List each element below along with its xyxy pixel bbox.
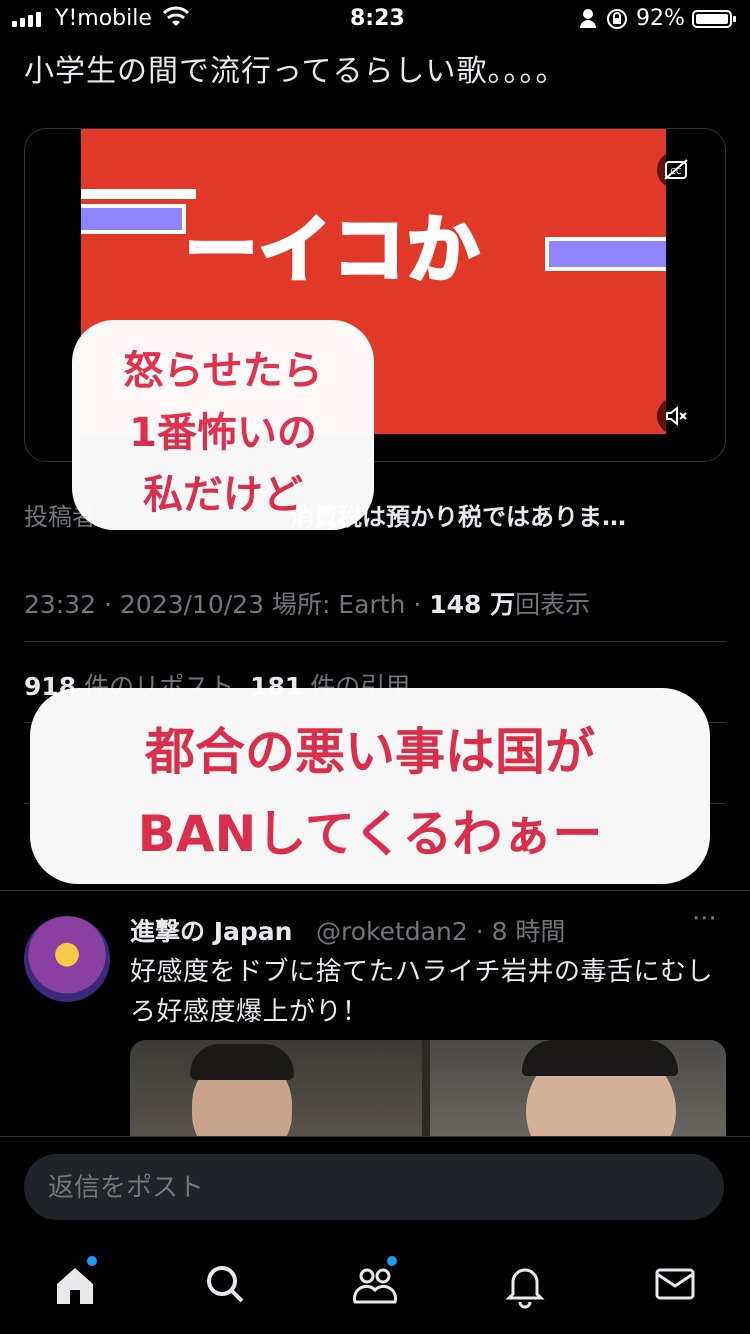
thumbnail-stripe — [81, 204, 186, 234]
speaker-muted-icon — [666, 405, 687, 427]
caption-line: 都合の悪い事は国が — [145, 723, 595, 781]
tweet-text: 小学生の間で流行ってるらしい歌。。。。 — [24, 54, 567, 89]
bottom-nav — [0, 1240, 750, 1334]
captions-icon: CC — [664, 159, 688, 180]
signal-icon — [12, 12, 41, 27]
mute-button[interactable] — [657, 397, 695, 435]
caption-line: 私だけど — [143, 472, 303, 518]
caption-line: BANしてくるわぁー — [137, 805, 603, 863]
battery-percent: 92% — [636, 6, 685, 31]
caption-bubble: 怒らせたら 1番怖いの 私だけど — [72, 320, 374, 530]
more-options-button[interactable]: ··· — [692, 904, 717, 934]
divider — [0, 890, 750, 891]
status-time: 8:23 — [350, 6, 405, 31]
reply-time: 8 時間 — [491, 917, 566, 946]
thumbnail-stripe — [81, 189, 196, 199]
tweet-location: 場所: Earth — [271, 590, 406, 619]
search-icon[interactable] — [195, 1254, 255, 1314]
carrier-name: Y!mobile — [55, 6, 152, 31]
reply-author-name[interactable]: 進撃の Japan — [130, 912, 292, 948]
tweet-meta: 23:32 · 2023/10/23 場所: Earth · 148 万回表示 — [24, 590, 591, 619]
caption-bubble: 都合の悪い事は国が BANしてくるわぁー — [30, 688, 710, 884]
messages-icon[interactable] — [645, 1254, 705, 1314]
person-icon — [578, 6, 598, 36]
media-image[interactable] — [130, 1040, 422, 1140]
person-figure — [190, 1044, 294, 1080]
notification-dot — [87, 1256, 97, 1266]
thumbnail-text: ーイコか — [183, 206, 482, 294]
reply-text: 好感度をドブに捨てたハライチ岩井の毒舌にむしろ好感度爆上がり！ — [130, 957, 714, 1027]
reply-input[interactable] — [24, 1154, 724, 1220]
tweet-time: 23:32 — [24, 590, 97, 619]
reply-author-handle: @roketdan2 · 8 時間 — [316, 917, 566, 946]
rotation-lock-icon — [605, 6, 629, 36]
communities-icon[interactable] — [345, 1254, 405, 1314]
captions-button[interactable]: CC — [657, 151, 695, 189]
home-icon[interactable] — [45, 1254, 105, 1314]
views-label: 回表示 — [515, 590, 591, 619]
tweet-date: 2023/10/23 — [119, 590, 264, 619]
handle: @roketdan2 — [316, 917, 468, 946]
reply-media[interactable] — [130, 1040, 726, 1140]
divider — [24, 641, 726, 642]
avatar[interactable] — [24, 916, 110, 1002]
battery-icon — [692, 10, 736, 28]
person-figure — [522, 1040, 678, 1076]
thumbnail-stripe — [545, 237, 666, 271]
wifi-icon — [162, 6, 190, 36]
media-image[interactable] — [430, 1040, 726, 1140]
caption-line: 1番怖いの — [129, 410, 317, 456]
status-bar: Y!mobile 8:23 92% — [0, 0, 750, 40]
notifications-icon[interactable] — [495, 1254, 555, 1314]
notification-dot — [387, 1256, 397, 1266]
views-count: 148 万 — [429, 590, 516, 619]
caption-line: 怒らせたら — [123, 348, 323, 394]
